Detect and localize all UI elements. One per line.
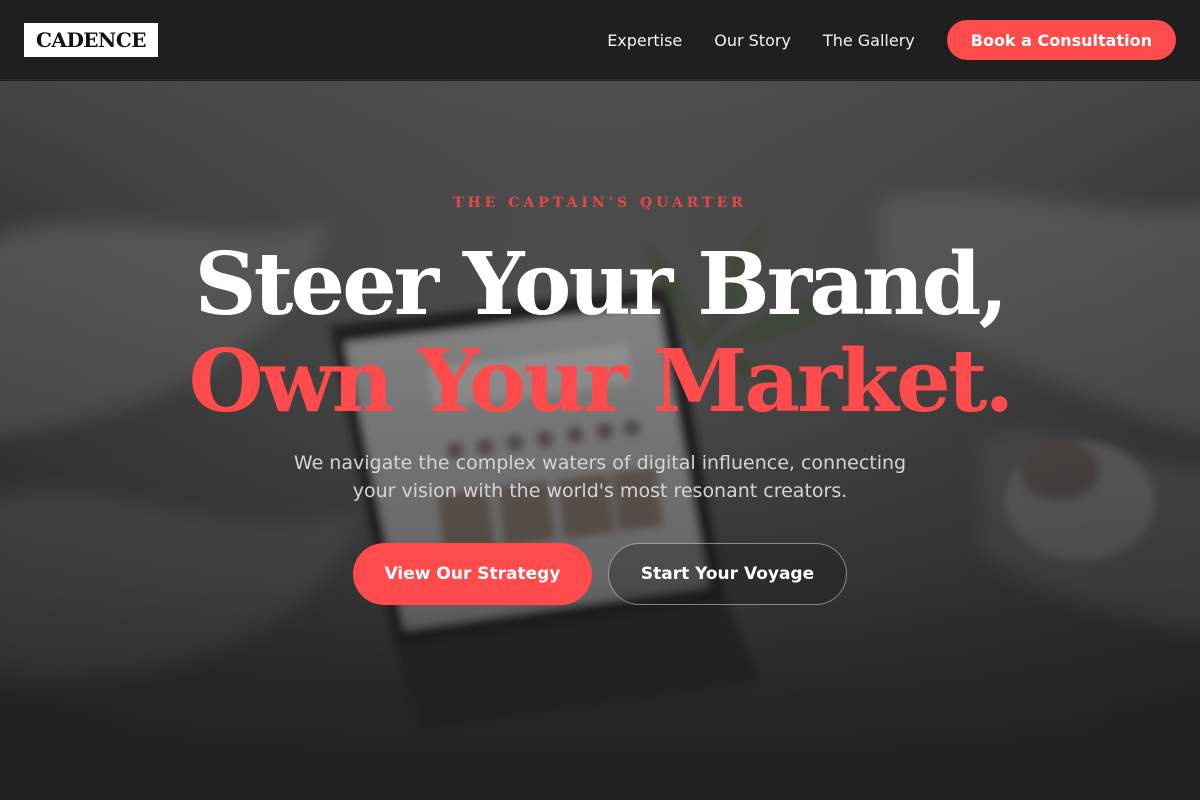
main-nav: Expertise Our Story The Gallery Book a C… [607,0,1176,80]
view-strategy-button[interactable]: View Our Strategy [353,543,592,605]
hero-subtitle: We navigate the complex waters of digita… [293,452,907,502]
hero-headline-line-2: Own Your Market. [188,331,1015,432]
hero-content: THE CAPTAIN'S QUARTER Steer Your Brand, … [0,81,1200,800]
nav-link-our-story[interactable]: Our Story [714,31,791,50]
start-voyage-button[interactable]: Start Your Voyage [608,543,847,605]
brand-logo[interactable]: CADENCE [24,23,158,57]
book-consultation-button[interactable]: Book a Consultation [946,20,1176,60]
hero-eyebrow: THE CAPTAIN'S QUARTER [453,195,747,211]
site-header: CADENCE Expertise Our Story The Gallery … [0,0,1200,80]
nav-link-expertise[interactable]: Expertise [607,31,682,50]
hero-section: THE CAPTAIN'S QUARTER Steer Your Brand, … [0,81,1200,800]
hero-headline-line-1: Steer Your Brand, [194,234,1009,335]
nav-link-the-gallery[interactable]: The Gallery [823,31,915,50]
